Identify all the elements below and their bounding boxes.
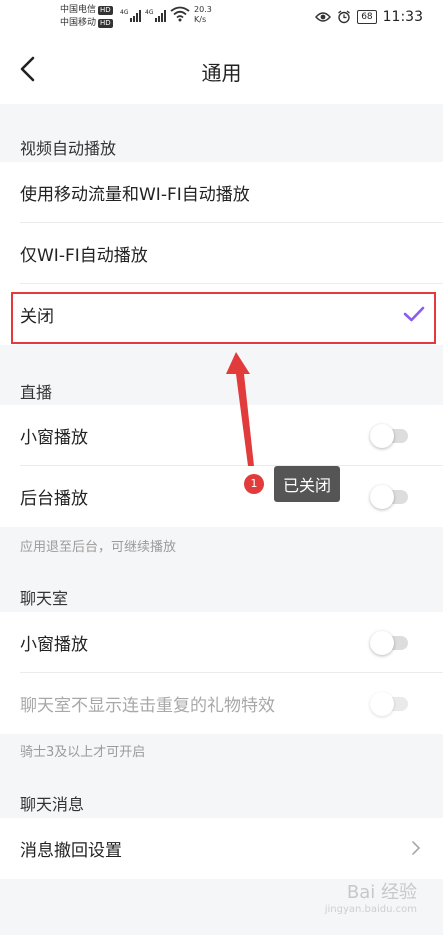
chatroom-hide-gift-effects-toggle[interactable] [370, 692, 410, 716]
watermark-text: Bai 经验 [346, 882, 417, 903]
carrier-1: 中国电信 [60, 5, 97, 15]
hd-badge-1: HD [98, 6, 113, 15]
setting-label: 小窗播放 [20, 428, 88, 448]
chatroom-mini-window-row: 小窗播放 [0, 612, 443, 673]
annotation-number: 1 [244, 474, 264, 494]
message-recall-settings-row[interactable]: 消息撤回设置 [0, 818, 443, 879]
option-mobile-and-wifi[interactable]: 使用移动流量和WI-FI自动播放 [0, 162, 443, 223]
highlight-box [11, 292, 436, 344]
setting-label: 后台播放 [20, 489, 88, 509]
wifi-icon [170, 6, 190, 22]
alarm-icon [338, 10, 351, 24]
section-chat-messages-header: 聊天消息 [20, 795, 85, 814]
chevron-right-icon [412, 841, 421, 855]
nav-bar: 通用 [0, 38, 443, 104]
chatroom-note: 骑士3及以上才可开启 [20, 745, 146, 760]
carrier-2: 中国移动 [60, 18, 97, 28]
setting-label: 小窗播放 [20, 635, 88, 655]
setting-label: 聊天室不显示连击重复的礼物特效 [20, 696, 275, 716]
chat-messages-group: 消息撤回设置 [0, 818, 443, 879]
option-label: 仅WI-FI自动播放 [20, 246, 148, 266]
network-type-1: 4G [120, 9, 129, 16]
net-speed-unit: K/s [194, 15, 207, 24]
watermark: Bai 经验 jingyan.baidu.com [325, 878, 417, 915]
live-mini-window-row: 小窗播放 [0, 405, 443, 466]
signal-icon-2: 4G [145, 9, 167, 22]
live-mini-window-toggle[interactable] [370, 424, 410, 448]
live-note: 应用退至后台，可继续播放 [20, 540, 177, 555]
annotation-text: 已关闭 [274, 466, 341, 502]
annotation-tag: 1 已关闭 [244, 466, 341, 502]
network-type-2: 4G [145, 9, 154, 16]
section-live-header: 直播 [20, 383, 53, 402]
signal-icon-1: 4G [120, 9, 142, 22]
page-title: 通用 [201, 61, 242, 85]
chatroom-group: 小窗播放 聊天室不显示连击重复的礼物特效 [0, 612, 443, 734]
eye-icon [315, 12, 332, 22]
live-group: 小窗播放 后台播放 [0, 405, 443, 527]
option-wifi-only[interactable]: 仅WI-FI自动播放 [0, 223, 443, 284]
net-speed: 20.3 K/s [194, 5, 212, 25]
watermark-sub: jingyan.baidu.com [324, 904, 417, 915]
live-background-play-toggle[interactable] [370, 485, 410, 509]
carrier-info: 中国电信 HD 中国移动 HD [60, 4, 113, 30]
section-video-autoplay-header: 视频自动播放 [20, 139, 117, 158]
section-chatroom-header: 聊天室 [20, 589, 69, 608]
option-label: 使用移动流量和WI-FI自动播放 [20, 185, 250, 205]
net-speed-value: 20.3 [194, 5, 212, 14]
chatroom-mini-window-toggle[interactable] [370, 631, 410, 655]
battery-level: 68 [357, 10, 377, 24]
chatroom-hide-gift-effects-row: 聊天室不显示连击重复的礼物特效 [0, 673, 443, 734]
hd-badge-2: HD [98, 19, 113, 28]
clock-time: 11:33 [382, 9, 423, 25]
status-right: 68 11:33 [315, 9, 423, 25]
live-background-play-row: 后台播放 [0, 466, 443, 527]
status-bar: 中国电信 HD 中国移动 HD 4G 4G 20.3 K/s 68 11:33 [0, 0, 443, 38]
setting-label: 消息撤回设置 [20, 841, 122, 861]
